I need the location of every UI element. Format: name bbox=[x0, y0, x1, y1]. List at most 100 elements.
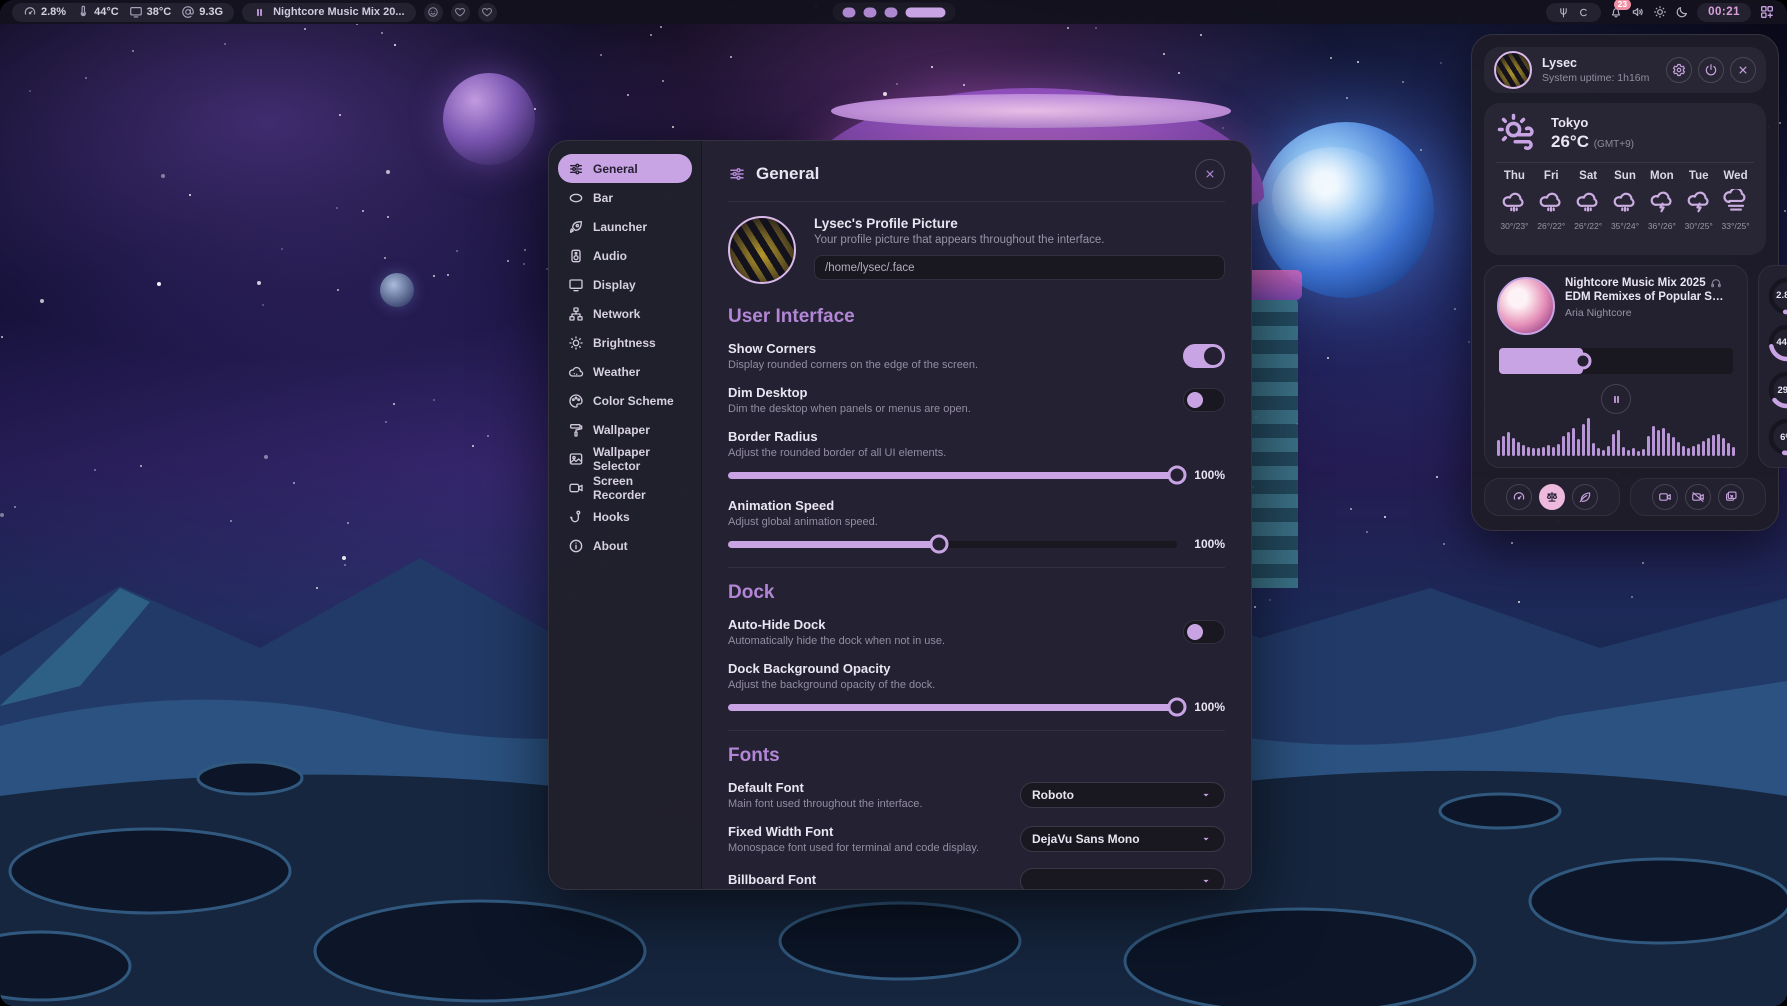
system-tray-pill[interactable] bbox=[1546, 3, 1601, 22]
weather-card: Tokyo 26°C (GMT+9) Thu30°/23°Fri26°/22°S… bbox=[1484, 103, 1766, 255]
topbar-media-pill[interactable]: Nightcore Music Mix 20... bbox=[242, 3, 415, 22]
tray2-icon bbox=[1577, 6, 1590, 19]
system-stats-pill[interactable]: 2.8% 44°C 38°C 9.3G bbox=[12, 3, 234, 22]
dropdown-billboard-font[interactable] bbox=[1020, 868, 1225, 889]
tray-app-icon-1[interactable] bbox=[1557, 6, 1570, 19]
moon-icon bbox=[1675, 5, 1689, 19]
visualizer-bar bbox=[1547, 445, 1550, 456]
panel-header-buttons bbox=[1666, 57, 1756, 83]
weather-city: Tokyo bbox=[1551, 115, 1634, 130]
sidebar-item-audio[interactable]: Audio bbox=[558, 241, 692, 270]
forecast-temps: 26°/22° bbox=[1537, 221, 1565, 231]
setting-description: Monospace font used for terminal and cod… bbox=[728, 842, 979, 854]
weather-temp: 26°C (GMT+9) bbox=[1551, 132, 1634, 152]
workspace-dot-4[interactable] bbox=[905, 7, 945, 17]
slider-knob[interactable] bbox=[1575, 353, 1592, 370]
palette-icon bbox=[568, 393, 584, 409]
sidebar-item-hooks[interactable]: Hooks bbox=[558, 502, 692, 531]
topbar-stat-gpu-temperature[interactable]: 38°C bbox=[129, 5, 172, 19]
sidebar-item-screen-recorder[interactable]: Screen Recorder bbox=[558, 473, 692, 502]
sidebar-item-wallpaper[interactable]: Wallpaper bbox=[558, 415, 692, 444]
screen-record-button[interactable] bbox=[1652, 484, 1678, 510]
weather-temp-value: 26°C bbox=[1551, 132, 1589, 151]
slider-border-radius[interactable] bbox=[728, 472, 1177, 479]
visualizer-bar bbox=[1607, 446, 1610, 456]
storm-icon bbox=[1649, 189, 1675, 215]
profile-path-input[interactable] bbox=[814, 255, 1225, 280]
screenshot-button[interactable] bbox=[1718, 484, 1744, 510]
sidebar-item-brightness[interactable]: Brightness bbox=[558, 328, 692, 357]
slider-knob[interactable] bbox=[1168, 698, 1187, 717]
user-avatar[interactable] bbox=[1494, 51, 1532, 89]
brightness-button[interactable] bbox=[1653, 5, 1667, 19]
sidebar-item-about[interactable]: About bbox=[558, 531, 692, 560]
toggle-show-corners[interactable] bbox=[1183, 344, 1225, 368]
forecast-day-sun: Sun35°/24° bbox=[1607, 170, 1644, 231]
slider-knob[interactable] bbox=[930, 535, 949, 554]
close-icon bbox=[1203, 167, 1217, 181]
settings-sections: User InterfaceShow CornersDisplay rounde… bbox=[728, 302, 1225, 889]
dropdown-fixed-width-font[interactable]: DejaVu Sans Mono bbox=[1020, 826, 1225, 852]
power-button[interactable] bbox=[1698, 57, 1724, 83]
slider-knob[interactable] bbox=[1168, 466, 1187, 485]
gauge-icon bbox=[1512, 490, 1526, 504]
settings-button[interactable] bbox=[1666, 57, 1692, 83]
topbar-stat-cpu[interactable]: 2.8% bbox=[23, 5, 66, 19]
roller-icon bbox=[568, 422, 584, 438]
slider-animation-speed[interactable] bbox=[728, 541, 1177, 548]
media-progress-slider[interactable] bbox=[1499, 348, 1733, 374]
workspace-dot-3[interactable] bbox=[884, 7, 897, 17]
app-grid-button[interactable] bbox=[1759, 4, 1775, 20]
sidebar-item-label: General bbox=[593, 162, 638, 176]
toggle-auto-hide-dock[interactable] bbox=[1183, 620, 1225, 644]
notifications-button[interactable]: 23 bbox=[1609, 5, 1623, 19]
topbar-stat-network[interactable]: 9.3G bbox=[181, 5, 223, 19]
sidebar-item-color-scheme[interactable]: Color Scheme bbox=[558, 386, 692, 415]
setting-label: Default Font bbox=[728, 780, 922, 795]
pause-button[interactable] bbox=[1601, 384, 1631, 414]
power-profile-performance-button[interactable] bbox=[1506, 484, 1532, 510]
sidebar-item-bar[interactable]: Bar bbox=[558, 183, 692, 212]
sidebar-item-display[interactable]: Display bbox=[558, 270, 692, 299]
album-art[interactable] bbox=[1497, 277, 1555, 335]
close-settings-button[interactable] bbox=[1195, 159, 1225, 189]
clock[interactable]: 00:21 bbox=[1697, 3, 1751, 22]
workspace-dot-1[interactable] bbox=[842, 7, 855, 17]
topbar-heart-button-2[interactable] bbox=[478, 3, 497, 22]
volume-button[interactable] bbox=[1631, 5, 1645, 19]
workspace-pill[interactable] bbox=[832, 3, 955, 22]
visualizer-bar bbox=[1582, 424, 1585, 456]
setting-row-dim-desktop: Dim DesktopDim the desktop when panels o… bbox=[728, 385, 1225, 415]
weather-icon bbox=[568, 364, 584, 380]
brightness-icon bbox=[568, 335, 584, 351]
profile-title: Lysec's Profile Picture bbox=[814, 216, 1225, 231]
workspace-dot-2[interactable] bbox=[863, 7, 876, 17]
topbar-emoji-button-0[interactable] bbox=[424, 3, 443, 22]
visualizer-bar bbox=[1677, 442, 1680, 456]
night-light-button[interactable] bbox=[1675, 5, 1689, 19]
pause-icon bbox=[1610, 393, 1623, 406]
slider-dock-background-opacity[interactable] bbox=[728, 704, 1177, 711]
section-title: Dock bbox=[728, 582, 1225, 604]
topbar-heart-button-1[interactable] bbox=[451, 3, 470, 22]
sidebar-item-general[interactable]: General bbox=[558, 154, 692, 183]
record-off-button[interactable] bbox=[1685, 484, 1711, 510]
bar-icon bbox=[568, 190, 584, 206]
slider-value: 100% bbox=[1189, 700, 1225, 714]
tray-app-icon-2[interactable] bbox=[1577, 6, 1590, 19]
visualizer-bar bbox=[1522, 445, 1525, 456]
power-profile-balanced-button[interactable] bbox=[1539, 484, 1565, 510]
sidebar-item-wallpaper-selector[interactable]: Wallpaper Selector bbox=[558, 444, 692, 473]
stat-value: 2.8% bbox=[41, 6, 66, 18]
power-profile-power-saver-button[interactable] bbox=[1572, 484, 1598, 510]
profile-avatar[interactable] bbox=[728, 216, 796, 284]
close-panel-button[interactable] bbox=[1730, 57, 1756, 83]
small-moon bbox=[380, 273, 414, 307]
forecast-day-sat: Sat26°/22° bbox=[1570, 170, 1607, 231]
sidebar-item-network[interactable]: Network bbox=[558, 299, 692, 328]
sidebar-item-weather[interactable]: Weather bbox=[558, 357, 692, 386]
toggle-dim-desktop[interactable] bbox=[1183, 388, 1225, 412]
dropdown-default-font[interactable]: Roboto bbox=[1020, 782, 1225, 808]
sidebar-item-launcher[interactable]: Launcher bbox=[558, 212, 692, 241]
topbar-stat-temperature[interactable]: 44°C bbox=[76, 5, 119, 19]
